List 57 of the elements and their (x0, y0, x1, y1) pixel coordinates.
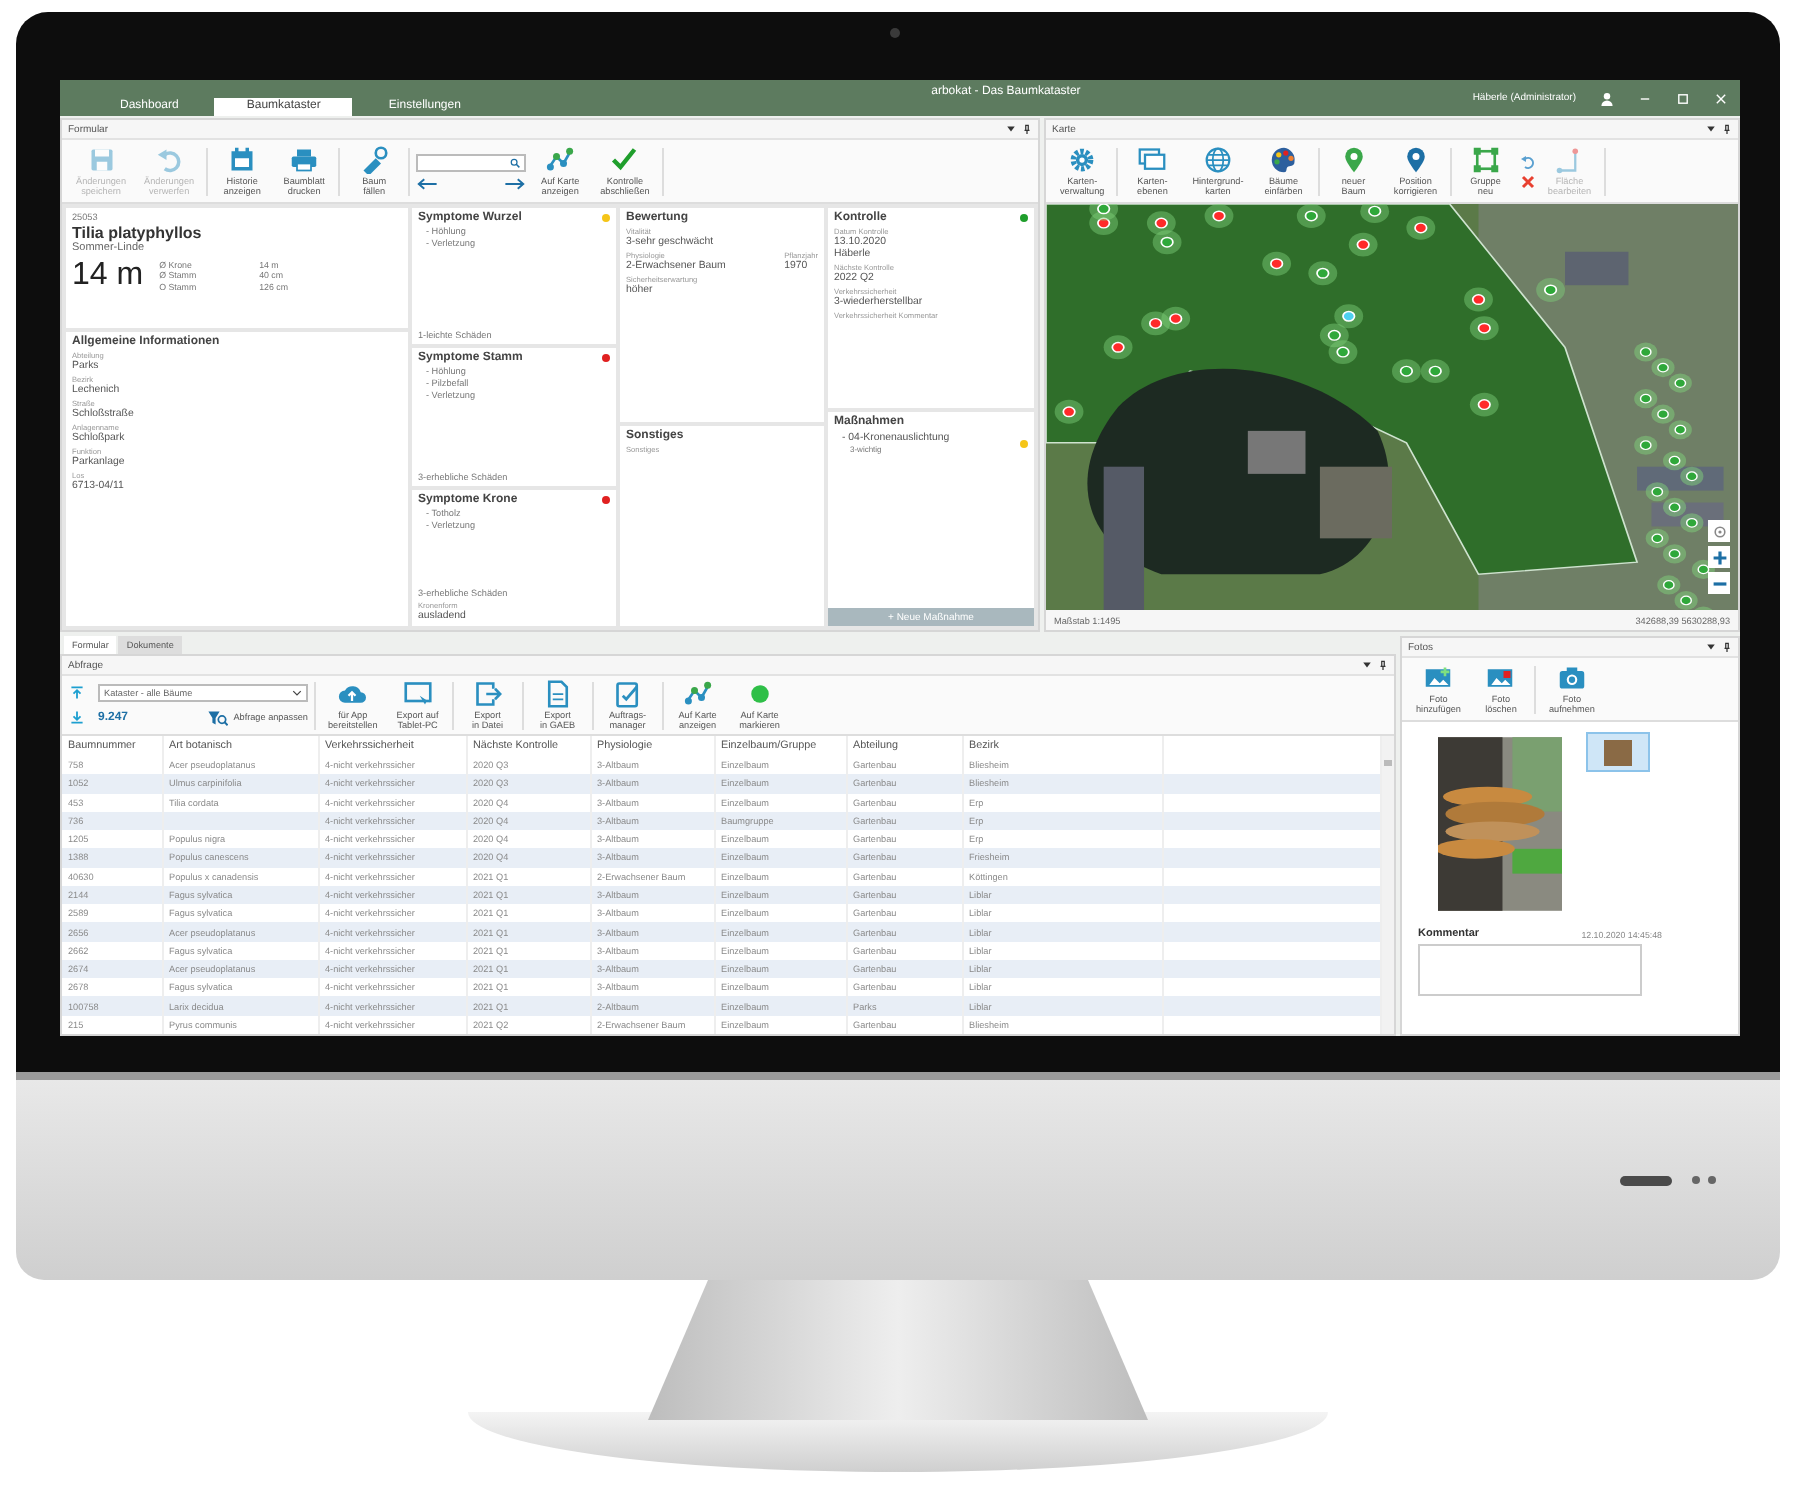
sort-up-icon[interactable] (70, 686, 84, 700)
tree-height: 14 m (72, 258, 144, 294)
gear-icon (1068, 145, 1097, 174)
pin-icon[interactable] (1022, 124, 1032, 134)
locate-button[interactable] (1708, 520, 1730, 542)
layers-icon (1138, 145, 1167, 174)
pin-icon[interactable] (1722, 642, 1732, 652)
photo-thumbnail[interactable] (1586, 732, 1650, 772)
document-icon (543, 679, 572, 708)
camera-icon (1557, 663, 1586, 692)
maximize-icon[interactable] (1676, 91, 1690, 105)
pin-icon[interactable] (1722, 124, 1732, 134)
scrollbar[interactable] (1382, 736, 1394, 1034)
filter-search-icon (207, 709, 228, 725)
undo-icon[interactable] (1519, 153, 1536, 169)
map-pin-icon (1401, 145, 1430, 174)
checkmark-icon (610, 145, 639, 174)
printer-icon (290, 145, 319, 174)
delete-icon[interactable] (1519, 173, 1536, 189)
forward-arrow-icon[interactable] (504, 177, 527, 189)
undo-icon (155, 145, 184, 174)
locate-icon (1711, 523, 1727, 539)
zoom-out-button[interactable] (1708, 572, 1730, 594)
dropdown-icon[interactable] (1706, 124, 1716, 134)
polyline-edit-icon (1555, 145, 1584, 174)
dropdown-icon[interactable] (1006, 124, 1016, 134)
dropdown-icon[interactable] (1706, 642, 1716, 652)
caret-icon (292, 688, 302, 698)
plus-icon (1711, 549, 1727, 565)
aerial-map-drawing[interactable] (1046, 204, 1738, 610)
user-icon[interactable] (1600, 91, 1614, 105)
sort-down-icon[interactable] (70, 710, 84, 724)
dot-icon (745, 679, 774, 708)
export-icon (473, 679, 502, 708)
close-icon[interactable] (1714, 91, 1728, 105)
pin-icon[interactable] (1378, 660, 1388, 670)
search-field[interactable] (416, 153, 527, 171)
palette-icon (1269, 145, 1298, 174)
globe-icon (1203, 145, 1232, 174)
search-icon (510, 157, 521, 167)
image-delete-icon (1486, 663, 1515, 692)
calendar-icon (228, 145, 257, 174)
image-add-icon (1424, 663, 1453, 692)
zoom-in-button[interactable] (1708, 546, 1730, 568)
camera-icon (890, 28, 900, 38)
indicator-light-icon (1708, 1176, 1716, 1184)
map-pin-icon (1339, 145, 1368, 174)
map-markers-icon (683, 679, 712, 708)
selection-square-icon (1471, 145, 1500, 174)
back-arrow-icon[interactable] (416, 177, 439, 189)
map-markers-icon (546, 145, 575, 174)
comment-field[interactable] (1418, 944, 1642, 996)
power-indicator-icon (1620, 1175, 1672, 1185)
indicator-light-icon (1692, 1176, 1700, 1184)
dropdown-icon[interactable] (1362, 660, 1372, 670)
botanical-name: Tilia platyphyllos (72, 224, 204, 242)
clipboard-check-icon (613, 679, 642, 708)
